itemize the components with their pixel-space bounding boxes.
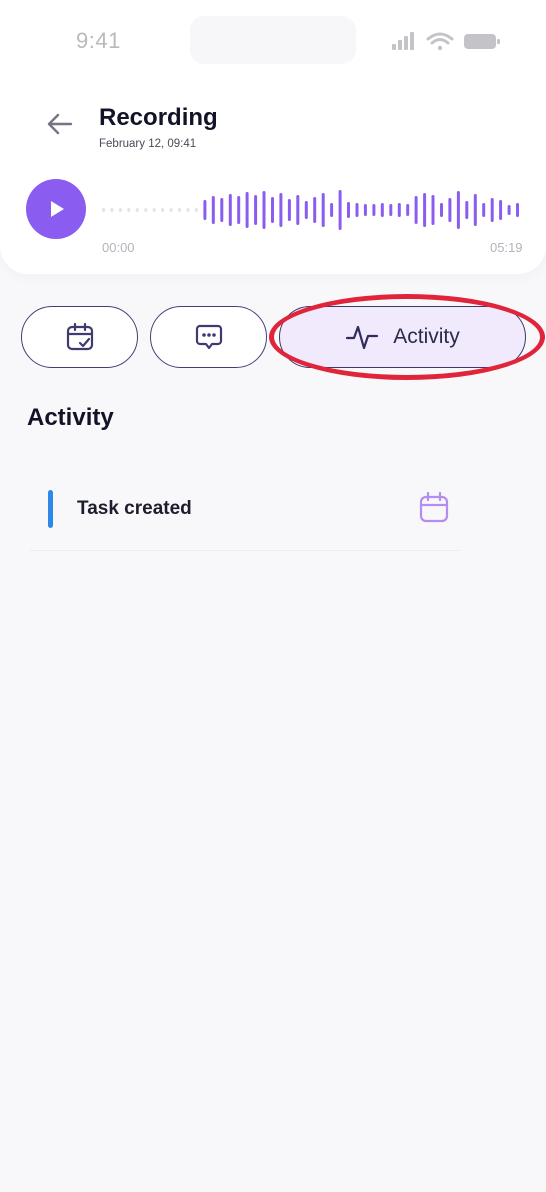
waveform-bar: [178, 208, 181, 212]
time-start: 00:00: [102, 240, 135, 255]
waveform-bar: [203, 200, 207, 220]
waveform-bar: [304, 201, 308, 219]
waveform-bar: [279, 193, 283, 227]
waveform-bar: [118, 208, 122, 212]
waveform-bar: [144, 208, 148, 212]
waveform-bar: [499, 200, 503, 220]
waveform-bar: [423, 193, 427, 227]
waveform-bar: [440, 203, 443, 217]
waveform-bar: [406, 204, 410, 216]
waveform-bar: [507, 205, 511, 215]
waveform-bar: [211, 196, 215, 224]
waveform-bar: [228, 194, 232, 226]
waveform-bar: [355, 203, 359, 217]
audio-player: 00:00 05:19: [0, 162, 546, 274]
waveform-bar: [102, 208, 105, 212]
waveform-bar: [262, 191, 266, 229]
waveform-bar: [414, 196, 418, 224]
arrow-left-icon: [47, 113, 73, 135]
waveform-bar: [456, 191, 460, 229]
activity-pulse-icon: [346, 325, 379, 350]
waveform-bar: [473, 194, 477, 226]
tab-tasks[interactable]: [21, 306, 138, 368]
waveform-bar: [363, 204, 367, 216]
waveform-bar: [237, 196, 241, 224]
waveform-bar: [448, 198, 452, 222]
waveform-bar: [186, 208, 190, 212]
waveform-bar: [152, 208, 156, 212]
chat-bubble-icon: [195, 324, 222, 350]
waveform-bar: [245, 192, 249, 228]
waveform-bar: [271, 197, 274, 223]
waveform-bar: [110, 208, 114, 212]
notch: [190, 16, 356, 64]
waveform-bar: [490, 198, 494, 222]
status-icons: [390, 30, 506, 54]
tab-activity-label: Activity: [393, 325, 460, 348]
back-button[interactable]: [40, 106, 80, 142]
waveform-bar: [330, 203, 334, 217]
waveform-bar: [313, 197, 317, 223]
waveform-bar: [254, 195, 258, 225]
waveform-bar: [347, 202, 350, 218]
tab-chat[interactable]: [150, 306, 267, 368]
list-item[interactable]: Task created: [30, 472, 460, 551]
waveform-bar: [296, 195, 300, 225]
waveform-bar: [372, 204, 376, 216]
tab-activity[interactable]: Activity: [279, 306, 526, 368]
waveform-bar: [482, 203, 486, 217]
waveform-bar: [169, 208, 173, 212]
waveform-bar: [397, 203, 401, 217]
calendar-icon: [419, 491, 449, 523]
item-status-marker: [48, 490, 53, 528]
waveform-bar: [465, 201, 469, 219]
waveform-bar: [287, 199, 291, 221]
waveform-bar: [516, 203, 519, 217]
waveform-bar: [135, 208, 139, 212]
waveform-bar: [380, 203, 384, 217]
tabs-panel: Activity Activity Task created: [0, 284, 546, 1192]
header: Recording February 12, 09:41: [0, 86, 546, 166]
wifi-icon: [426, 32, 454, 51]
recording-date: February 12, 09:41: [99, 138, 197, 150]
waveform-bar: [431, 195, 435, 225]
page-title: Recording: [99, 104, 218, 131]
waveform-bar: [194, 208, 198, 212]
play-icon: [51, 201, 64, 217]
waveform-bar: [161, 208, 165, 212]
waveform-bar: [338, 190, 342, 230]
waveform-bar: [321, 193, 325, 227]
signal-icon: [392, 32, 414, 50]
waveform-bar: [127, 208, 131, 212]
time-end: 05:19: [490, 240, 523, 255]
section-title: Activity: [27, 404, 114, 431]
battery-icon: [464, 34, 500, 49]
play-button[interactable]: [26, 179, 86, 239]
status-time: 9:41: [76, 28, 121, 53]
status-bar: 9:41: [0, 0, 546, 86]
waveform-bar: [220, 198, 224, 222]
item-label: Task created: [77, 498, 192, 519]
audio-waveform[interactable]: [100, 180, 530, 240]
calendar-check-icon: [66, 322, 93, 351]
waveform-bar: [389, 204, 393, 216]
